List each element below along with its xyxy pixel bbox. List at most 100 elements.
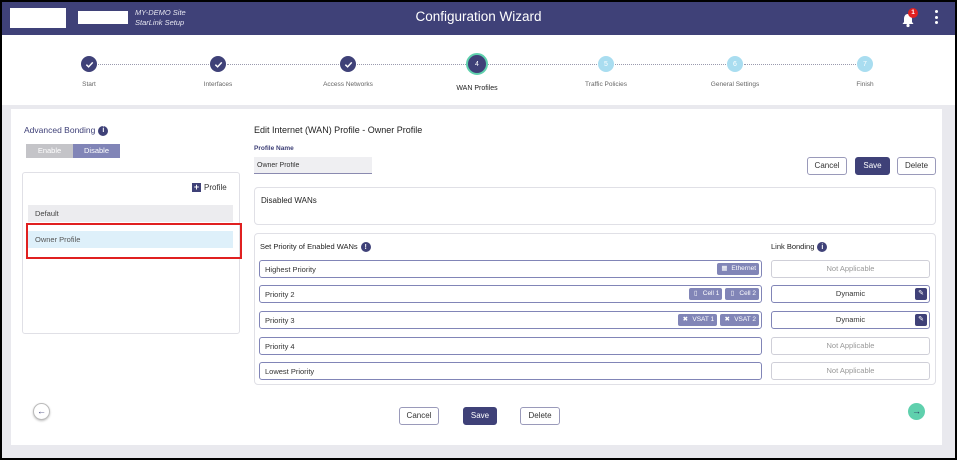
link-bonding-value: Not Applicable bbox=[826, 264, 875, 273]
step-6-label: General Settings bbox=[710, 81, 760, 88]
step-3-label: Access Networks bbox=[323, 81, 373, 88]
wizard-stepper: Start Interfaces Access Networks 4 WAN Profi… bbox=[2, 35, 955, 105]
edit-profile-title: Edit Internet (WAN) Profile - Owner Prof… bbox=[254, 125, 423, 135]
pencil-icon[interactable]: ✎ bbox=[915, 314, 927, 326]
info-icon[interactable]: ! bbox=[360, 242, 371, 253]
link-bonding-value: Not Applicable bbox=[826, 366, 875, 375]
link-bonding-label: Link Bonding bbox=[771, 242, 815, 251]
step-7-label: Finish bbox=[856, 81, 874, 88]
step-number: 5 bbox=[604, 60, 608, 68]
wan-chip-label: Cell 1 bbox=[702, 290, 720, 297]
step-4-label: WAN Profiles bbox=[456, 85, 498, 92]
check-icon bbox=[344, 61, 352, 68]
save-button-top[interactable]: Save bbox=[855, 157, 890, 175]
info-icon[interactable]: i bbox=[98, 125, 109, 136]
priority-row-5[interactable]: Lowest Priority bbox=[259, 362, 762, 380]
priority-label: Highest Priority bbox=[265, 265, 316, 274]
wan-chip-label: VSAT 2 bbox=[734, 316, 756, 323]
priority-title-label: Set Priority of Enabled WANs bbox=[260, 242, 358, 251]
step-connector bbox=[357, 64, 468, 65]
profile-name-label: Profile Name bbox=[254, 145, 294, 152]
step-3-indicator[interactable] bbox=[340, 56, 356, 72]
selection-highlight-box bbox=[26, 223, 242, 259]
step-connector bbox=[486, 64, 597, 65]
step-1-indicator[interactable] bbox=[81, 56, 97, 72]
wan-profiles-card: Advanced Bonding i Enable Disable + Profi… bbox=[11, 109, 942, 445]
network-icon: ▦ bbox=[721, 265, 728, 272]
check-icon bbox=[85, 61, 93, 68]
step-number: 7 bbox=[863, 60, 867, 68]
wan-chip[interactable]: ▦ Ethernet bbox=[717, 263, 759, 275]
step-number: 6 bbox=[733, 60, 737, 68]
app-window: MY-DEMO Site StarLink Setup Configuratio… bbox=[2, 2, 955, 458]
step-4-indicator[interactable]: 4 bbox=[466, 53, 488, 75]
wan-chip-group: ▦ Ethernet bbox=[717, 263, 759, 275]
priority-row-2[interactable]: Priority 2 ▯ Cell 1 ▯ Cell 2 bbox=[259, 285, 762, 303]
advanced-bonding-toggle: Enable Disable bbox=[26, 144, 120, 158]
wan-chip[interactable]: ▯ Cell 1 bbox=[688, 288, 723, 300]
profile-item-default[interactable]: Default bbox=[28, 205, 233, 222]
satellite-icon: ✖ bbox=[682, 316, 689, 323]
priority-row-4[interactable]: Priority 4 bbox=[259, 337, 762, 355]
pencil-icon[interactable]: ✎ bbox=[915, 288, 927, 300]
step-5-indicator[interactable]: 5 bbox=[598, 56, 614, 72]
delete-button[interactable]: Delete bbox=[520, 407, 560, 425]
step-connector bbox=[615, 64, 726, 65]
profile-name-input[interactable] bbox=[254, 157, 372, 174]
step-2-label: Interfaces bbox=[203, 81, 233, 88]
step-5-label: Traffic Policies bbox=[585, 81, 627, 88]
step-2-indicator[interactable] bbox=[210, 56, 226, 72]
wan-chip-label: Cell 2 bbox=[739, 290, 756, 297]
page-title: Configuration Wizard bbox=[415, 9, 542, 24]
info-icon[interactable]: i bbox=[817, 242, 828, 253]
satellite-icon: ✖ bbox=[724, 316, 730, 323]
link-bonding-value: Not Applicable bbox=[826, 341, 875, 350]
priority-label: Priority 4 bbox=[265, 342, 295, 351]
add-profile-label: Profile bbox=[204, 183, 227, 192]
link-bonding-field-2[interactable]: Dynamic ✎ bbox=[771, 285, 930, 303]
priority-title: Set Priority of Enabled WANs! bbox=[260, 242, 371, 253]
wan-chip[interactable]: ✖ VSAT 1 bbox=[678, 314, 718, 326]
cancel-button-top[interactable]: Cancel bbox=[807, 157, 847, 175]
link-bonding-title: Link Bonding i bbox=[771, 242, 828, 253]
priority-label: Priority 2 bbox=[265, 290, 295, 299]
step-1-label: Start bbox=[82, 81, 96, 88]
link-bonding-value: Dynamic bbox=[835, 289, 866, 298]
advanced-bonding-label: Advanced Bonding bbox=[24, 125, 96, 135]
link-bonding-value: Dynamic bbox=[835, 315, 866, 324]
add-profile-button[interactable]: + Profile bbox=[192, 183, 227, 192]
cellular-icon: ▯ bbox=[730, 290, 735, 297]
step-7-indicator[interactable]: 7 bbox=[857, 56, 873, 72]
disable-button[interactable]: Disable bbox=[73, 144, 120, 158]
wan-chip[interactable]: ▯ Cell 2 bbox=[725, 288, 759, 300]
disabled-wans-box: Disabled WANs bbox=[254, 187, 936, 225]
advanced-bonding-title: Advanced Bonding i bbox=[24, 125, 109, 136]
delete-button-top[interactable]: Delete bbox=[897, 157, 936, 175]
wan-chip-label: Ethernet bbox=[731, 265, 756, 272]
cellular-icon: ▯ bbox=[693, 290, 698, 297]
wan-chip-group: ▯ Cell 1 ▯ Cell 2 bbox=[688, 288, 759, 300]
priority-label: Lowest Priority bbox=[265, 367, 315, 376]
save-button[interactable]: Save bbox=[463, 407, 497, 425]
link-bonding-field-1: Not Applicable bbox=[771, 260, 930, 278]
cancel-button[interactable]: Cancel bbox=[399, 407, 439, 425]
priority-label: Priority 3 bbox=[265, 316, 295, 325]
priority-row-1[interactable]: Highest Priority ▦ Ethernet bbox=[259, 260, 762, 278]
arrow-left-icon[interactable]: ← bbox=[33, 403, 50, 420]
wan-chip[interactable]: ✖ VSAT 2 bbox=[720, 314, 759, 326]
disabled-wans-title: Disabled WANs bbox=[261, 196, 317, 205]
wan-chip-group: ✖ VSAT 1 ✖ VSAT 2 bbox=[678, 314, 759, 326]
kebab-menu-icon[interactable] bbox=[932, 10, 940, 28]
step-connector bbox=[744, 64, 856, 65]
step-6-indicator[interactable]: 6 bbox=[727, 56, 743, 72]
priority-box: Set Priority of Enabled WANs! Link Bondi… bbox=[254, 233, 936, 385]
arrow-right-icon[interactable]: → bbox=[908, 403, 925, 420]
link-bonding-field-5: Not Applicable bbox=[771, 362, 930, 380]
enable-button[interactable]: Enable bbox=[26, 144, 73, 158]
check-icon bbox=[214, 61, 222, 68]
plus-icon: + bbox=[192, 182, 201, 192]
priority-row-3[interactable]: Priority 3 ✖ VSAT 1 ✖ VSAT 2 bbox=[259, 311, 762, 329]
link-bonding-field-3[interactable]: Dynamic ✎ bbox=[771, 311, 930, 329]
step-connector bbox=[98, 64, 209, 65]
step-connector bbox=[227, 64, 339, 65]
